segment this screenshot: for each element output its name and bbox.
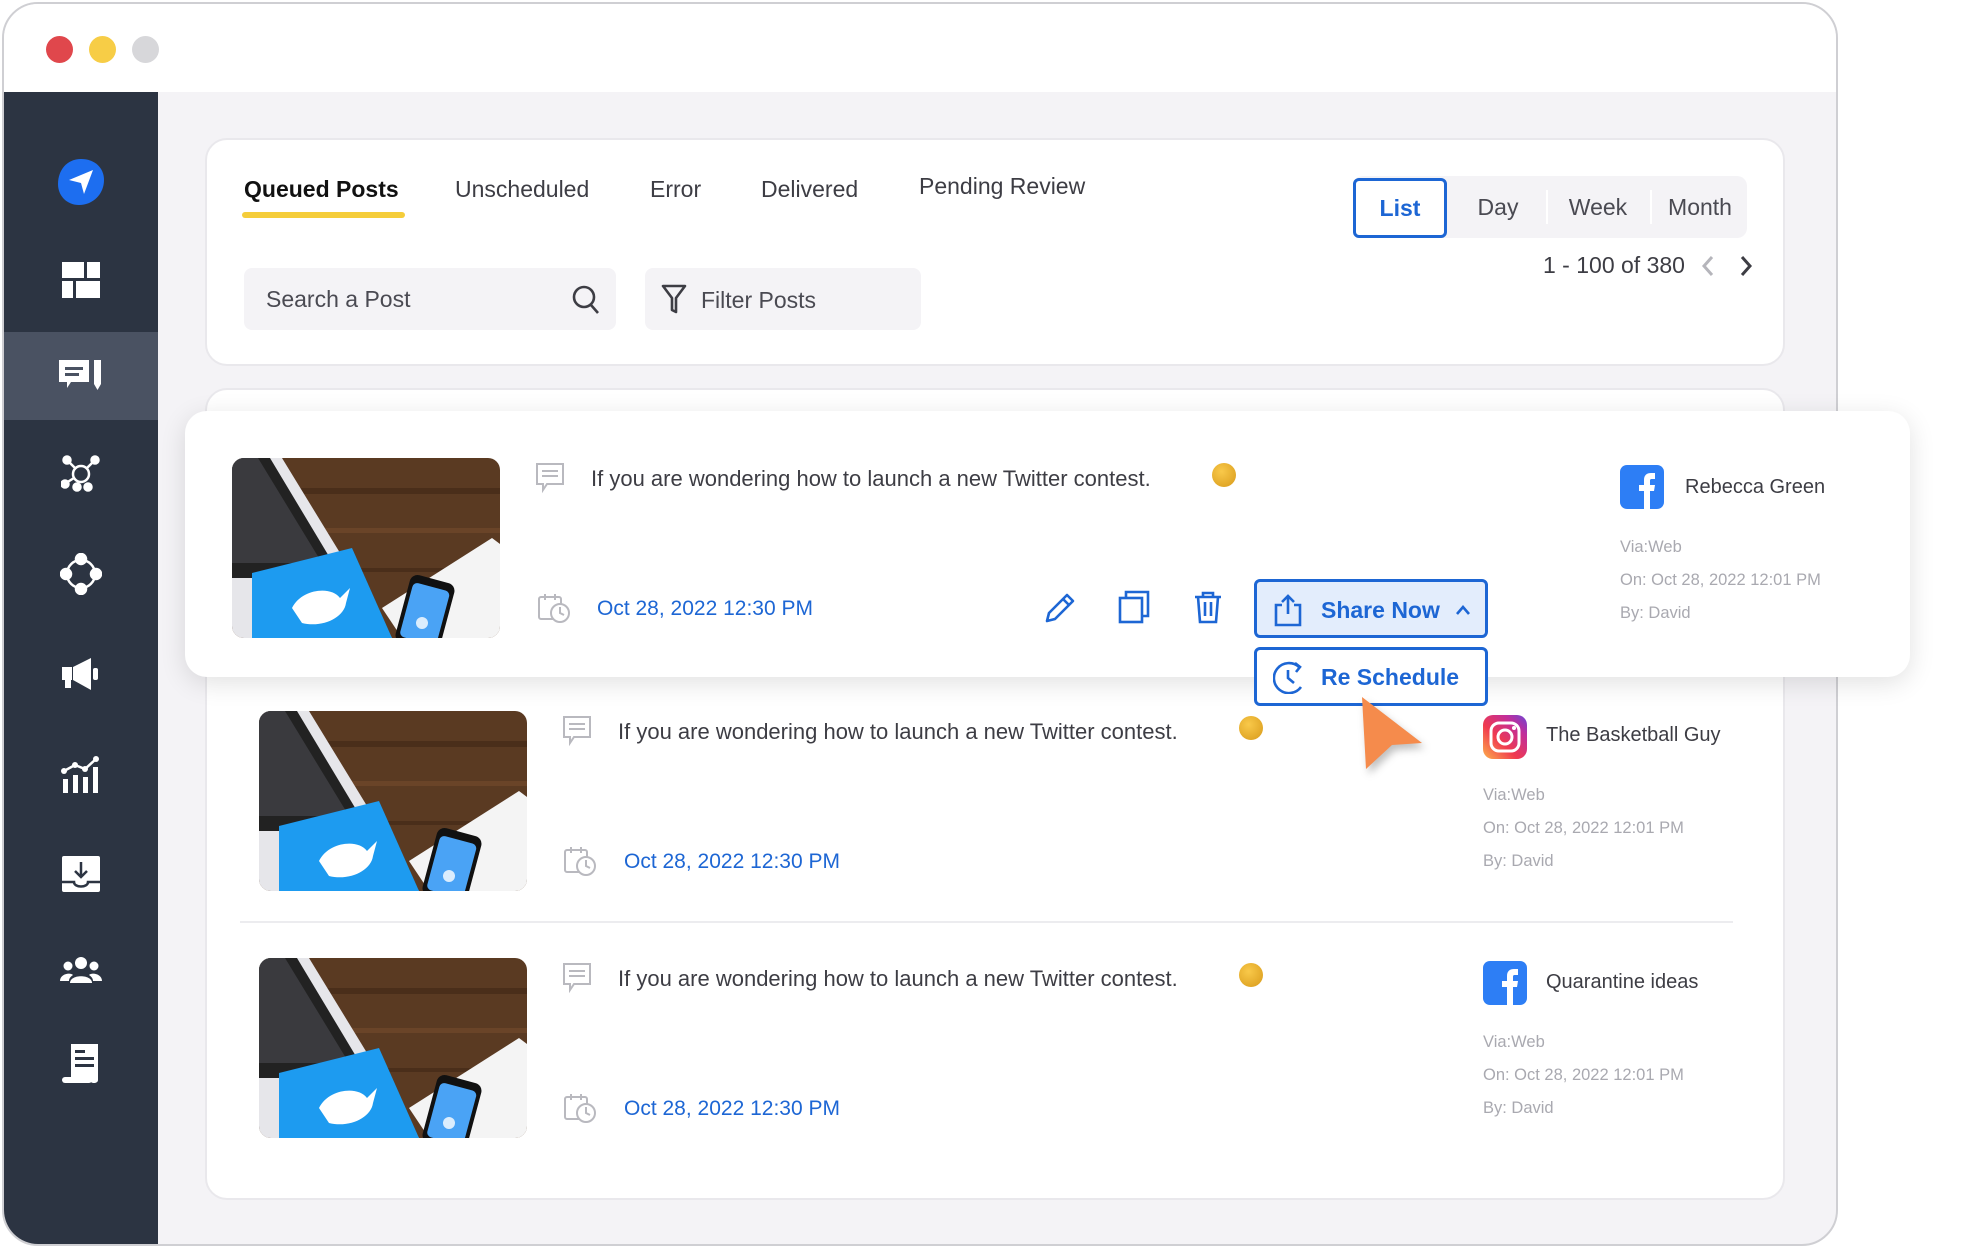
- schedule-calendar-icon: [563, 1092, 597, 1124]
- scheduled-date: Oct 28, 2022 12:30 PM: [597, 597, 813, 620]
- posts-header-card: Queued Posts Unscheduled Error Delivered…: [205, 138, 1785, 366]
- post-via: Via:Web: [1483, 786, 1545, 804]
- divider: [1546, 190, 1548, 224]
- search-placeholder: Search a Post: [266, 286, 411, 312]
- chevron-up-icon: [1456, 605, 1470, 615]
- tab-pending-review[interactable]: Pending Review: [919, 173, 1085, 200]
- report-icon: [62, 1044, 98, 1083]
- star-struck-emoji-icon: [1239, 963, 1263, 987]
- sidebar-item-reports[interactable]: [4, 1020, 158, 1108]
- view-day-button[interactable]: Day: [1453, 176, 1543, 238]
- post-created-on: On: Oct 28, 2022 12:01 PM: [1620, 571, 1821, 589]
- post-created-by: By: David: [1483, 1099, 1554, 1117]
- post-created-on: On: Oct 28, 2022 12:01 PM: [1483, 819, 1684, 837]
- facebook-icon: [1483, 961, 1527, 1005]
- minimize-window-button[interactable]: [89, 36, 116, 63]
- title-bar: [4, 4, 1836, 92]
- dashboard-icon: [62, 262, 100, 298]
- sidebar-item-home[interactable]: [4, 138, 158, 226]
- facebook-icon: [1620, 465, 1664, 509]
- message-icon: [562, 715, 592, 747]
- sidebar-item-team[interactable]: [4, 926, 158, 1014]
- sidebar-item-inbox[interactable]: [4, 830, 158, 918]
- star-struck-emoji-icon: [1239, 716, 1263, 740]
- schedule-calendar-icon: [563, 845, 597, 877]
- reschedule-clock-icon: [1273, 661, 1303, 694]
- post-text: If you are wondering how to launch a new…: [591, 466, 1151, 491]
- message-icon: [562, 962, 592, 994]
- message-icon: [535, 462, 565, 494]
- sidebar-nav: [4, 90, 158, 1244]
- view-month-button[interactable]: Month: [1653, 176, 1747, 238]
- delete-trash-icon[interactable]: [1193, 590, 1223, 624]
- filter-icon: [661, 284, 687, 314]
- edit-pencil-icon[interactable]: [1043, 591, 1077, 625]
- search-icon: [572, 285, 599, 314]
- tab-unscheduled[interactable]: Unscheduled: [455, 176, 589, 203]
- filter-posts-button[interactable]: Filter Posts: [645, 268, 921, 330]
- post-thumbnail: [232, 458, 500, 638]
- scheduled-date: Oct 28, 2022 12:30 PM: [624, 850, 840, 873]
- close-window-button[interactable]: [46, 36, 73, 63]
- tab-queued-posts[interactable]: Queued Posts: [244, 176, 399, 203]
- share-now-label: Share Now: [1321, 597, 1440, 623]
- sidebar-item-analytics[interactable]: [4, 730, 158, 818]
- connections-icon: [60, 553, 102, 595]
- filter-label: Filter Posts: [701, 287, 817, 313]
- megaphone-icon: [62, 658, 98, 690]
- reschedule-label: Re Schedule: [1321, 664, 1460, 690]
- scheduled-date: Oct 28, 2022 12:30 PM: [624, 1097, 840, 1120]
- next-page-button[interactable]: [1738, 254, 1754, 278]
- share-upload-icon: [1274, 594, 1302, 627]
- post-created-by: By: David: [1483, 852, 1554, 870]
- divider: [240, 921, 1733, 923]
- share-now-button[interactable]: Share Now: [1254, 579, 1488, 638]
- schedule-calendar-icon: [537, 592, 571, 624]
- team-icon: [60, 957, 102, 983]
- post-thumbnail: [259, 711, 527, 891]
- view-week-button[interactable]: Week: [1549, 176, 1647, 238]
- post-text: If you are wondering how to launch a new…: [618, 966, 1178, 991]
- sidebar-item-posts[interactable]: [4, 332, 158, 420]
- sidebar-item-network[interactable]: [4, 430, 158, 518]
- duplicate-icon[interactable]: [1118, 590, 1152, 624]
- sidebar-item-campaigns[interactable]: [4, 630, 158, 718]
- active-tab-indicator: [242, 212, 405, 218]
- post-created-on: On: Oct 28, 2022 12:01 PM: [1483, 1066, 1684, 1084]
- pagination-label: 1 - 100 of 380: [1543, 252, 1685, 278]
- post-text: If you are wondering how to launch a new…: [618, 719, 1178, 744]
- prev-page-button[interactable]: [1700, 254, 1716, 278]
- instagram-icon: [1483, 715, 1527, 759]
- posts-icon: [59, 360, 101, 390]
- divider: [1650, 190, 1652, 224]
- account-name: Quarantine ideas: [1546, 971, 1699, 993]
- maximize-window-button[interactable]: [132, 36, 159, 63]
- account-name: The Basketball Guy: [1546, 724, 1721, 746]
- sidebar-item-connections[interactable]: [4, 530, 158, 618]
- mouse-cursor-icon: [1362, 697, 1422, 769]
- inbox-download-icon: [62, 856, 100, 892]
- post-via: Via:Web: [1483, 1033, 1545, 1051]
- account-name: Rebecca Green: [1685, 476, 1826, 498]
- post-thumbnail: [259, 958, 527, 1138]
- tab-delivered[interactable]: Delivered: [761, 176, 858, 203]
- search-input[interactable]: Search a Post: [244, 268, 616, 330]
- tab-error[interactable]: Error: [650, 176, 701, 203]
- sidebar-item-dashboard[interactable]: [4, 236, 158, 324]
- analytics-icon: [61, 756, 99, 793]
- network-icon: [61, 455, 100, 492]
- view-toggle-group: List Day Week Month: [1353, 176, 1747, 238]
- star-struck-emoji-icon: [1212, 463, 1236, 487]
- send-logo-icon: [58, 159, 104, 205]
- post-created-by: By: David: [1620, 604, 1691, 622]
- view-list-button[interactable]: List: [1353, 178, 1447, 238]
- post-via: Via:Web: [1620, 538, 1682, 556]
